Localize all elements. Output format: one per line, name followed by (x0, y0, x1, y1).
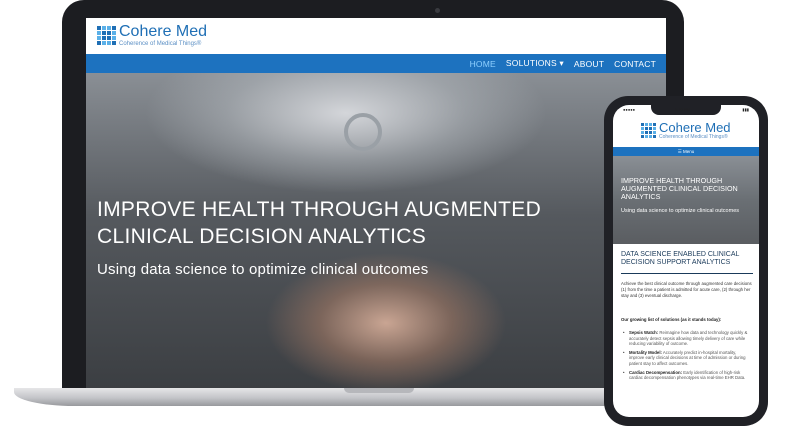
signal-icon: ●●●●● (623, 107, 636, 112)
list-item: Sepsis Watch: Reimagine how data and tec… (623, 330, 749, 347)
solution-name: Sepsis Watch: (629, 330, 659, 335)
site-logo[interactable]: Cohere Med Coherence of Medical Things® (97, 24, 207, 47)
list-item: Cardiac Decompensation: Early identifica… (623, 370, 749, 381)
stethoscope-image (344, 113, 382, 151)
main-nav: HOME SOLUTIONS ▾ ABOUT CONTACT (86, 54, 666, 73)
nav-contact[interactable]: CONTACT (614, 59, 656, 69)
logo-name: Cohere Med (659, 120, 731, 135)
solutions-heading: Our growing list of solutions (as it sta… (621, 317, 722, 322)
section-divider (621, 273, 753, 274)
logo-mark-icon (97, 26, 116, 45)
nav-about[interactable]: ABOUT (574, 59, 604, 69)
list-item: Mortality Model: Accurately predict in-h… (623, 350, 749, 367)
intro-text: Achieve the best clinical outcome throug… (621, 281, 752, 298)
battery-icon: ▮▮▮ (742, 107, 749, 112)
logo-tagline: Coherence of Medical Things® (659, 134, 728, 140)
nav-home[interactable]: HOME (470, 59, 496, 69)
solution-name: Mortality Model: (629, 349, 662, 355)
phone-screen: ●●●●● 1:20 PM ▮▮▮ Cohere Med Coherence o… (613, 105, 759, 417)
laptop-notch (344, 388, 414, 393)
menu-button[interactable]: ☰ Menu (613, 147, 759, 156)
site-header: Cohere Med Coherence of Medical Things® (86, 18, 666, 54)
solutions-list: Sepsis Watch: Reimagine how data and tec… (623, 330, 749, 384)
logo-name: Cohere Med (119, 23, 208, 40)
phone-frame: ●●●●● 1:20 PM ▮▮▮ Cohere Med Coherence o… (604, 96, 768, 426)
hero-subtitle: Using data science to optimize clinical … (97, 261, 429, 278)
phone-hero-subtitle: Using data science to optimize clinical … (621, 208, 740, 214)
logo-mark-icon (641, 123, 656, 138)
hero-section: IMPROVE HEALTH THROUGH AUGMENTED CLINICA… (86, 73, 666, 390)
logo-tagline: Coherence of Medical Things® (119, 41, 202, 47)
hero-title: IMPROVE HEALTH THROUGH AUGMENTED CLINICA… (97, 198, 542, 248)
status-time: 1:20 PM (675, 107, 690, 112)
phone-hero-title: IMPROVE HEALTH THROUGH AUGMENTED CLINICA… (621, 176, 738, 201)
phone-hero: IMPROVE HEALTH THROUGH AUGMENTED CLINICA… (613, 156, 759, 244)
section-title: DATA SCIENCE ENABLED CLINICAL DECISION S… (621, 251, 740, 266)
camera-icon (435, 8, 440, 13)
nav-solutions[interactable]: SOLUTIONS ▾ (506, 58, 564, 69)
laptop-screen: Cohere Med Coherence of Medical Things® … (86, 18, 666, 390)
solution-name: Cardiac Decompensation: (629, 369, 683, 375)
phone-site-logo[interactable]: Cohere Med Coherence of Medical Things® (641, 121, 731, 140)
